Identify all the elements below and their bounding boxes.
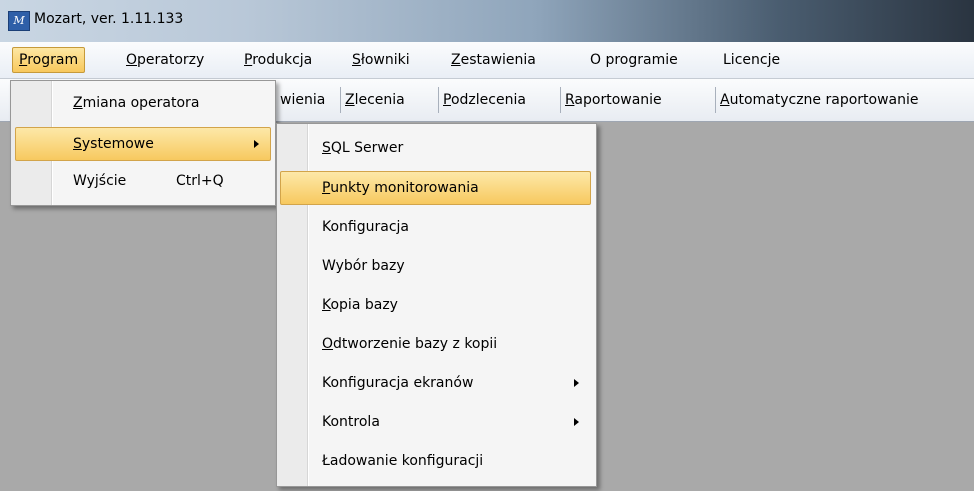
- systemowe-submenu: SQL Serwer Punkty monitorowania Konfigur…: [276, 123, 597, 487]
- submenu-arrow-icon: [574, 418, 579, 426]
- menu-program[interactable]: Program: [12, 47, 86, 73]
- program-menu: Zmiana operatora Systemowe Wyjście Ctrl+…: [10, 80, 276, 206]
- menu-item-wyjscie[interactable]: Wyjście Ctrl+Q: [73, 165, 263, 197]
- menu-item-punkty-monitorowania[interactable]: Punkty monitorowania: [280, 171, 591, 205]
- menu-o-programie[interactable]: O programie: [590, 52, 678, 68]
- menu-item-systemowe-label: Systemowe: [73, 136, 154, 152]
- menu-item-konfiguracja[interactable]: Konfiguracja: [322, 211, 409, 243]
- tab-zestawienia[interactable]: wienia: [276, 87, 329, 113]
- tab-raportowanie[interactable]: Raportowanie: [560, 87, 666, 113]
- menu-slowniki[interactable]: Słowniki: [352, 52, 410, 68]
- menu-zestawienia[interactable]: Zestawienia: [451, 52, 536, 68]
- menu-item-systemowe[interactable]: Systemowe: [15, 127, 271, 161]
- menu-operatorzy[interactable]: Operatorzy: [126, 52, 204, 68]
- menu-item-zmiana-operatora[interactable]: Zmiana operatora: [73, 87, 199, 119]
- tab-podzlecenia[interactable]: Podzlecenia: [438, 87, 530, 113]
- menu-item-odtworzenie-bazy[interactable]: Odtworzenie bazy z kopii: [322, 328, 497, 360]
- menu-item-punkty-label: Punkty monitorowania: [322, 180, 479, 196]
- menu-item-sql-serwer[interactable]: SQL Serwer: [322, 132, 403, 164]
- submenu-arrow-icon: [254, 140, 259, 148]
- menu-item-kontrola[interactable]: Kontrola: [322, 406, 584, 438]
- menu-item-konfiguracja-ekranow[interactable]: Konfiguracja ekranów: [322, 367, 584, 399]
- menu-licencje[interactable]: Licencje: [723, 52, 780, 68]
- shortcut-ctrl-q: Ctrl+Q: [176, 173, 224, 189]
- mozart-app-icon: M: [8, 11, 30, 31]
- menu-produkcja[interactable]: Produkcja: [244, 52, 312, 68]
- window-title: Mozart, ver. 1.11.133: [34, 11, 184, 27]
- title-bar: M Mozart, ver. 1.11.133: [0, 0, 974, 42]
- menu-item-wybor-bazy[interactable]: Wybór bazy: [322, 250, 405, 282]
- tab-zlecenia[interactable]: Zlecenia: [340, 87, 409, 113]
- submenu-arrow-icon: [574, 379, 579, 387]
- tab-automatyczne-raportowanie[interactable]: Automatyczne raportowanie: [715, 87, 922, 113]
- menu-item-kopia-bazy[interactable]: Kopia bazy: [322, 289, 398, 321]
- menu-item-ladowanie-konfiguracji[interactable]: Ładowanie konfiguracji: [322, 445, 483, 477]
- menu-bar: Program Operatorzy Produkcja Słowniki Ze…: [0, 42, 974, 79]
